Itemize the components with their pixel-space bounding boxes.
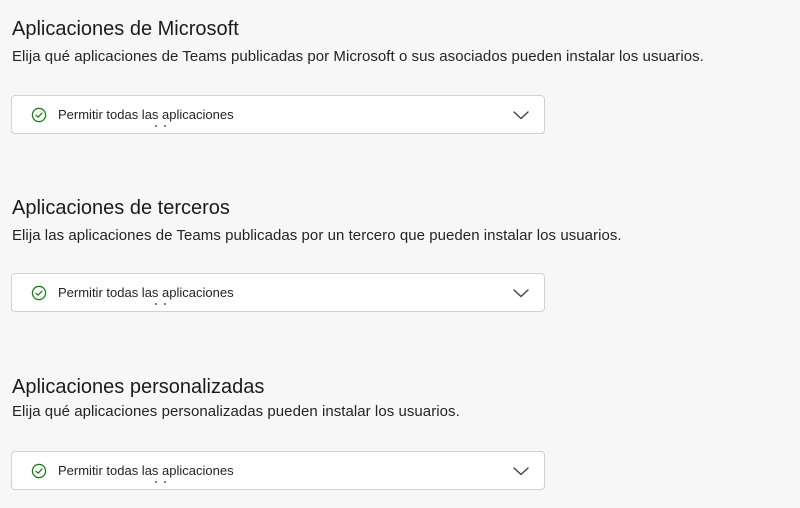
- third-party-apps-dropdown[interactable]: Permitir todas las aplicaciones: [11, 273, 545, 312]
- dropdown-selected-value: Permitir todas las aplicaciones: [58, 463, 234, 478]
- chevron-down-icon: [513, 289, 529, 298]
- dropdown-selected-value: Permitir todas las aplicaciones: [58, 107, 234, 122]
- spell-underline-marks: [155, 481, 166, 483]
- check-circle-icon: [31, 107, 47, 123]
- microsoft-apps-dropdown[interactable]: Permitir todas las aplicaciones: [11, 95, 545, 134]
- section-title: Aplicaciones de terceros: [12, 197, 230, 219]
- check-circle-icon: [31, 285, 47, 301]
- section-title: Aplicaciones personalizadas: [12, 376, 265, 398]
- dropdown-selected-value: Permitir todas las aplicaciones: [58, 285, 234, 300]
- custom-apps-dropdown[interactable]: Permitir todas las aplicaciones: [11, 451, 545, 490]
- section-description: Elija qué aplicaciones personalizadas pu…: [12, 403, 460, 420]
- spell-underline-marks: [155, 303, 166, 305]
- chevron-down-icon: [513, 111, 529, 120]
- spell-underline-marks: [155, 125, 166, 127]
- section-title: Aplicaciones de Microsoft: [12, 18, 239, 40]
- section-description: Elija qué aplicaciones de Teams publicad…: [12, 48, 704, 65]
- section-description: Elija las aplicaciones de Teams publicad…: [12, 227, 622, 244]
- chevron-down-icon: [513, 467, 529, 476]
- check-circle-icon: [31, 463, 47, 479]
